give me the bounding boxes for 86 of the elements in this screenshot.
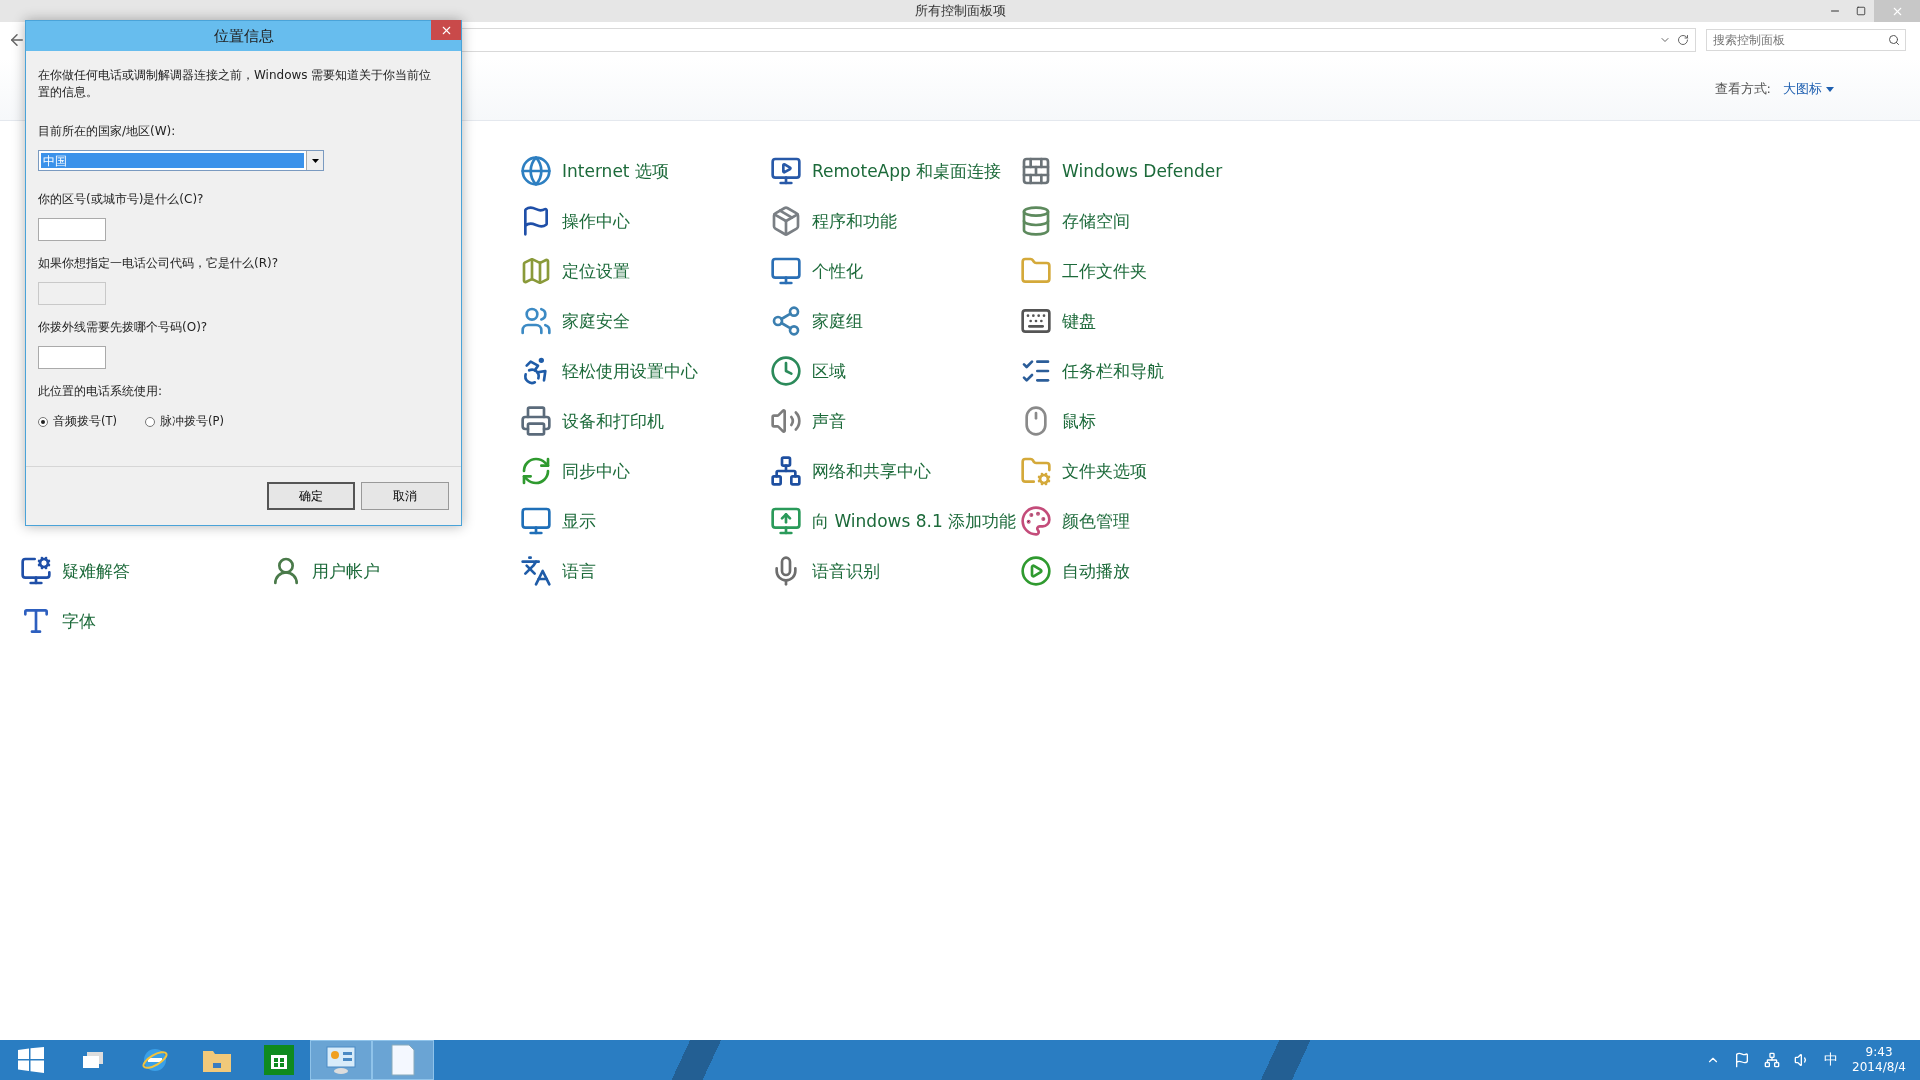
monitor-icon bbox=[520, 505, 552, 537]
search-field[interactable]: 搜索控制面板 bbox=[1706, 29, 1906, 51]
circles-icon bbox=[770, 305, 802, 337]
control-panel-item[interactable]: 自动播放 bbox=[1020, 546, 1270, 596]
window-title: 所有控制面板项 bbox=[914, 2, 1006, 20]
radio-option[interactable]: 脉冲拨号(P) bbox=[145, 414, 224, 429]
control-panel-item[interactable]: 定位设置 bbox=[520, 246, 770, 296]
control-panel-item[interactable]: 工作文件夹 bbox=[1020, 246, 1270, 296]
flag-icon[interactable] bbox=[1734, 1052, 1751, 1068]
radio-option[interactable]: 音频拨号(T) bbox=[38, 414, 117, 429]
control-panel-item[interactable]: 区域 bbox=[770, 346, 1020, 396]
input-field[interactable] bbox=[38, 218, 106, 241]
control-panel-item[interactable]: 字体 bbox=[20, 596, 270, 646]
radio-button[interactable] bbox=[145, 416, 155, 427]
palette-icon bbox=[1020, 505, 1052, 537]
brick-wall-icon bbox=[1020, 155, 1052, 187]
refresh-icon[interactable] bbox=[1677, 34, 1689, 46]
field-label: 目前所在的国家/地区(W): bbox=[38, 123, 177, 140]
input-field[interactable] bbox=[38, 346, 106, 369]
task-view-icon[interactable] bbox=[82, 1051, 104, 1069]
control-panel-item[interactable]: 语言 bbox=[520, 546, 770, 596]
monitor-icon bbox=[20, 555, 52, 587]
map-icon bbox=[520, 255, 552, 287]
control-panel-item[interactable]: 存储空间 bbox=[1020, 196, 1270, 246]
windows-logo-icon[interactable] bbox=[18, 1047, 44, 1073]
control-panel-item[interactable]: 网络和共享中心 bbox=[770, 446, 1020, 496]
language-icon bbox=[520, 555, 552, 587]
clock-icon bbox=[770, 355, 802, 387]
caret-icon bbox=[1826, 86, 1834, 92]
control-panel-item[interactable]: 程序和功能 bbox=[770, 196, 1020, 246]
monitor-icon bbox=[770, 155, 802, 187]
monitor-icon bbox=[770, 505, 802, 537]
back-icon[interactable] bbox=[8, 31, 26, 49]
play-icon bbox=[1020, 555, 1052, 587]
control-panel-item[interactable]: RemoteApp 和桌面连接 bbox=[770, 146, 1020, 196]
document-icon[interactable] bbox=[391, 1044, 415, 1076]
control-panel-item[interactable]: 设备和打印机 bbox=[520, 396, 770, 446]
view-dropdown[interactable]: 大图标 bbox=[1783, 80, 1834, 98]
people-icon bbox=[520, 305, 552, 337]
caret-icon bbox=[311, 158, 319, 163]
field-label: 如果你想指定一电话公司代码，它是什么(R)? bbox=[38, 255, 280, 272]
dialog-button[interactable]: 确定 bbox=[267, 482, 355, 510]
monitor-icon bbox=[770, 255, 802, 287]
dialog-button[interactable]: 取消 bbox=[361, 482, 449, 510]
network-icon[interactable] bbox=[1764, 1052, 1781, 1068]
control-panel-item[interactable]: 操作中心 bbox=[520, 196, 770, 246]
control-panel-item[interactable]: 轻松使用设置中心 bbox=[520, 346, 770, 396]
field-label: 你拨外线需要先拨哪个号码(O)? bbox=[38, 319, 209, 336]
ime-indicator[interactable]: 中 bbox=[1824, 1051, 1839, 1069]
control-panel-item[interactable]: Windows Defender bbox=[1020, 146, 1270, 196]
maximize-icon bbox=[1856, 6, 1866, 16]
control-panel-icon[interactable] bbox=[325, 1045, 357, 1075]
network-icon bbox=[770, 455, 802, 487]
control-panel-item[interactable]: 任务栏和导航 bbox=[1020, 346, 1270, 396]
folder-icon bbox=[1020, 455, 1052, 487]
globe-icon bbox=[520, 155, 552, 187]
field-label: 此位置的电话系统使用: bbox=[38, 383, 164, 400]
storage-stack-icon bbox=[1020, 205, 1052, 237]
field-label: 你的区号(或城市号)是什么(C)? bbox=[38, 191, 205, 208]
radio-button[interactable] bbox=[38, 416, 48, 427]
control-panel-item[interactable]: 用户帐户 bbox=[270, 546, 520, 596]
control-panel-item[interactable]: 个性化 bbox=[770, 246, 1020, 296]
control-panel-item[interactable]: 同步中心 bbox=[520, 446, 770, 496]
taskbar-button[interactable] bbox=[372, 1040, 434, 1080]
control-panel-item[interactable]: 文件夹选项 bbox=[1020, 446, 1270, 496]
control-panel-item[interactable]: Internet 选项 bbox=[520, 146, 770, 196]
control-panel-item[interactable]: 向 Windows 8.1 添加功能 bbox=[770, 496, 1020, 546]
taskbar-button[interactable] bbox=[310, 1040, 372, 1080]
box-icon bbox=[770, 205, 802, 237]
control-panel-item[interactable]: 颜色管理 bbox=[1020, 496, 1270, 546]
printer-icon bbox=[520, 405, 552, 437]
search-icon[interactable] bbox=[1888, 34, 1900, 46]
control-panel-item[interactable]: 鼠标 bbox=[1020, 396, 1270, 446]
control-panel-item[interactable]: 家庭安全 bbox=[520, 296, 770, 346]
close-button[interactable] bbox=[431, 20, 461, 40]
clock[interactable]: 9:43 2014/8/4 bbox=[1852, 1045, 1906, 1075]
dialog-title: 位置信息 bbox=[213, 26, 274, 46]
sync-icon bbox=[520, 455, 552, 487]
control-panel-item[interactable]: 声音 bbox=[770, 396, 1020, 446]
view-label: 查看方式: bbox=[1714, 80, 1771, 98]
control-panel-item[interactable]: 语音识别 bbox=[770, 546, 1020, 596]
control-panel-item[interactable]: 键盘 bbox=[1020, 296, 1270, 346]
control-panel-item[interactable]: 疑难解答 bbox=[20, 546, 270, 596]
control-panel-item[interactable]: 显示 bbox=[520, 496, 770, 546]
intro-text: 在你做任何电话或调制解调器连接之前，Windows 需要知道关于你当前位置的信息。 bbox=[38, 67, 433, 101]
control-panel-item[interactable]: 家庭组 bbox=[770, 296, 1020, 346]
